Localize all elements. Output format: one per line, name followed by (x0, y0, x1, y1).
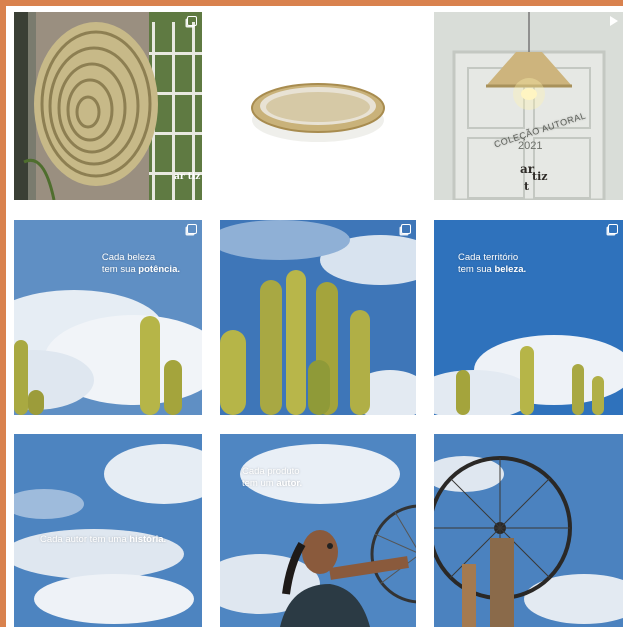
post-tile-cactus-beleza[interactable]: Cada território tem sua beleza. (434, 220, 623, 415)
bicycle-wheel-image (434, 434, 623, 627)
post-tile-woman-wheel[interactable]: Cada produto tem um autor. (220, 434, 416, 627)
post-tile-pendant-lamp[interactable]: COLEÇÃO AUTORAL 2021 ar tiz t (434, 12, 623, 200)
carousel-icon (608, 224, 618, 234)
post-caption: Cada território tem sua beleza. (458, 252, 526, 276)
brand-tag: ar tiz (174, 172, 201, 182)
caption-line-2: tem sua potência. (102, 264, 180, 276)
caption-line-2: tem sua beleza. (458, 264, 526, 276)
caption-line-2-bold: beleza. (494, 264, 527, 275)
caption-text: Cada autor tem uma (40, 534, 130, 545)
caption-line-1: Cada território (458, 252, 519, 263)
sky-clouds-image (14, 434, 202, 627)
woven-tray-image (220, 12, 416, 200)
brand-logo-bottom: t (524, 180, 530, 193)
cactus-sky-image (14, 220, 202, 415)
video-icon (610, 16, 618, 26)
cactus-sky-image-2 (434, 220, 623, 415)
caption-line-2: tem um autor. (242, 478, 302, 490)
caption-bold: história. (129, 534, 167, 545)
cactus-closeup-image (220, 220, 416, 415)
post-tile-sky-historia[interactable]: Cada autor tem uma história. (14, 434, 202, 627)
caption-line-2-text: tem sua (458, 264, 495, 275)
post-tile-woven-tray[interactable] (220, 12, 416, 200)
post-tile-cactus-potencia[interactable]: Cada beleza tem sua potência. (14, 220, 202, 415)
carousel-icon (401, 224, 411, 234)
caption-line-2-text: tem sua (101, 264, 139, 275)
woman-wheel-image (220, 434, 416, 627)
collection-year: 2021 (518, 140, 543, 152)
caption-line-2-text: tem um (242, 478, 277, 489)
post-caption: Cada beleza tem sua potência. (102, 252, 180, 276)
caption-line-2-bold: autor. (276, 478, 303, 489)
post-caption: Cada produto tem um autor. (242, 466, 302, 490)
carousel-icon (187, 16, 197, 26)
caption-line-1: Cada produto (242, 466, 300, 477)
post-tile-spiral-wall-art[interactable]: ar tiz (14, 12, 202, 200)
caption-line-1: Cada beleza (101, 252, 156, 263)
post-tile-bicycle-wheel[interactable] (434, 434, 623, 627)
post-tile-cactus-closeup[interactable] (220, 220, 416, 415)
post-caption: Cada autor tem uma história. (40, 534, 166, 546)
brand-logo-mid: tiz (532, 170, 548, 183)
caption-line-2-bold: potência. (138, 264, 180, 275)
post-grid: ar tiz COLEÇÃO AUTORAL 2021 ar tiz t Cad… (6, 6, 623, 627)
carousel-icon (187, 224, 197, 234)
